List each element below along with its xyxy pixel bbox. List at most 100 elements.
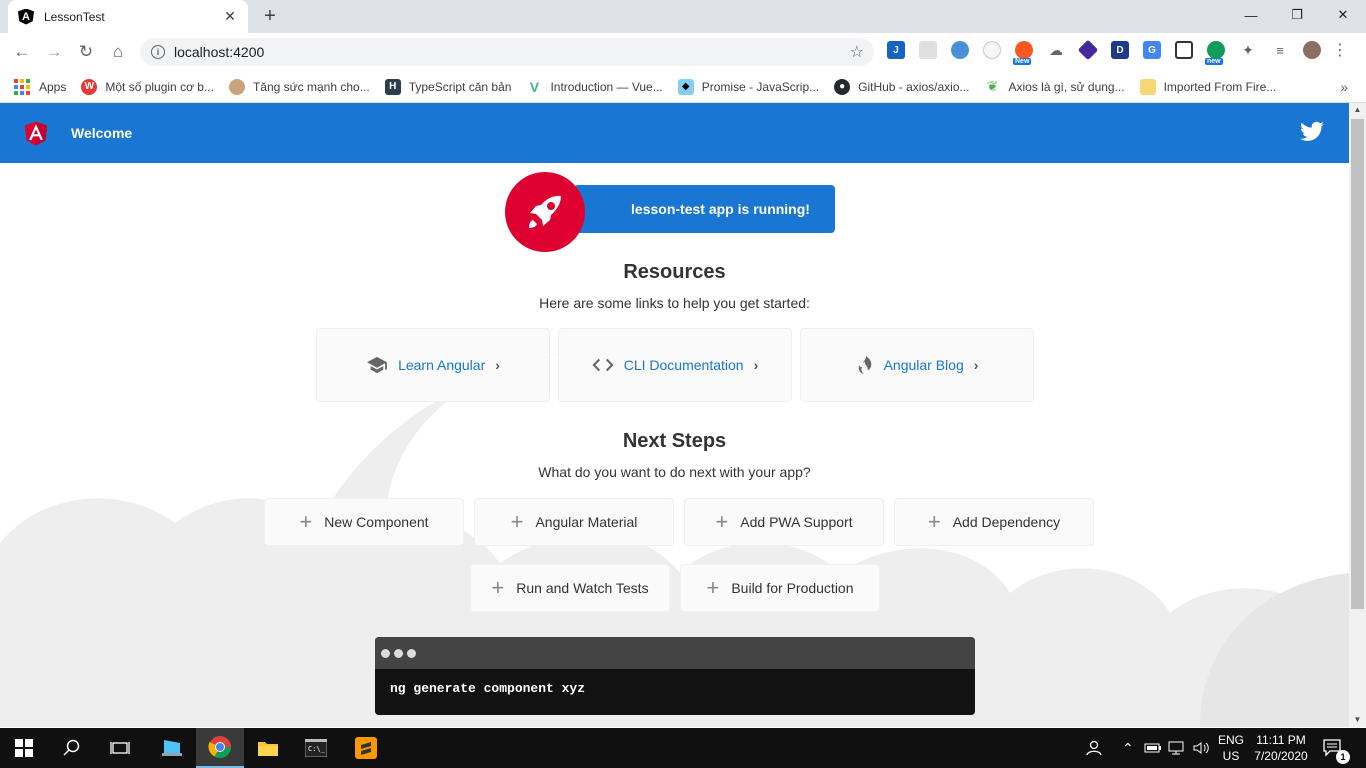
bookmarks-overflow-icon[interactable]: » (1340, 79, 1348, 95)
bookmark-item[interactable]: ◆ Promise - JavaScrip... (677, 78, 819, 95)
terminal-command: ng generate component xyz (375, 669, 975, 715)
window-controls: — ❐ ✕ (1228, 0, 1366, 30)
url-text[interactable]: localhost:4200 (174, 44, 850, 60)
bookmark-item[interactable]: Imported From Fire... (1139, 78, 1276, 95)
close-icon[interactable]: ✕ (1320, 0, 1366, 30)
terminal-taskbar-icon[interactable]: C:\_ (292, 728, 340, 768)
browser-toolbar: ← → ↻ ⌂ i localhost:4200 ☆ J New ☁ D G n… (0, 33, 1366, 71)
angular-blog-card[interactable]: Angular Blog › (800, 328, 1034, 402)
restore-icon[interactable]: ❐ (1274, 0, 1320, 30)
language-indicator[interactable]: ENG US (1214, 732, 1248, 764)
extension-diamond-icon[interactable] (1077, 39, 1099, 61)
bookmark-item[interactable]: H TypeScript căn bản (384, 78, 512, 95)
file-explorer-icon[interactable] (244, 728, 292, 768)
site-info-icon[interactable]: i (151, 45, 165, 59)
scroll-down-icon[interactable]: ▼ (1349, 713, 1366, 727)
notifications-icon[interactable]: 1 (1322, 728, 1350, 768)
bookmark-item[interactable]: W Một số plugin cơ b... (81, 78, 214, 95)
twitter-icon[interactable] (1299, 119, 1325, 145)
plus-icon: + (299, 509, 313, 534)
build-production-button[interactable]: + Build for Production (680, 564, 880, 612)
angular-blog-label: Angular Blog (883, 357, 964, 373)
svg-text:C:\_: C:\_ (308, 745, 326, 753)
google-translate-icon[interactable]: G (1143, 41, 1161, 59)
forward-icon[interactable]: → (42, 40, 66, 64)
terminal-dot-icon (407, 648, 416, 658)
add-dependency-button[interactable]: + Add Dependency (894, 498, 1094, 546)
bookmark-label: TypeScript căn bản (408, 79, 512, 94)
running-text: lesson-test app is running! (631, 201, 810, 217)
terminal-dot-icon (381, 648, 390, 658)
cli-documentation-card[interactable]: CLI Documentation › (558, 328, 792, 402)
github-icon: ● (834, 78, 851, 95)
resources-title: Resources (623, 261, 726, 283)
system-clock[interactable]: 11:11 PM 7/20/2020 (1248, 732, 1314, 764)
bookmark-item[interactable]: Tăng sức mạnh cho... (228, 78, 370, 95)
search-icon[interactable] (48, 728, 96, 768)
qr-code-icon[interactable] (1175, 41, 1193, 59)
extension-new-icon[interactable]: New (1013, 41, 1033, 65)
bookmark-label: Apps (39, 79, 67, 94)
extension-d-icon[interactable]: D (1111, 41, 1129, 59)
chevron-right-icon: › (973, 357, 979, 373)
scroll-thumb[interactable] (1351, 119, 1364, 609)
address-bar[interactable]: i localhost:4200 ☆ (140, 38, 874, 66)
clock-date: 7/20/2020 (1254, 749, 1308, 763)
browser-menu-icon[interactable]: ⋮ (1332, 43, 1348, 59)
profile-avatar[interactable] (1303, 41, 1321, 59)
windows-start-icon[interactable] (0, 728, 48, 768)
rocket-shape (529, 195, 561, 228)
minimize-icon[interactable]: — (1228, 0, 1274, 30)
run-watch-tests-button[interactable]: + Run and Watch Tests (470, 564, 670, 612)
angular-material-button[interactable]: + Angular Material (474, 498, 674, 546)
pc-app-icon[interactable] (148, 728, 196, 768)
extension-circle-icon[interactable] (983, 41, 1001, 59)
next-steps-title: Next Steps (622, 430, 727, 452)
bookmark-apps[interactable]: Apps (14, 78, 67, 95)
bookmark-star-icon[interactable]: ☆ (850, 42, 864, 62)
extension-compass-icon[interactable] (951, 41, 969, 59)
terminal-title-bar (375, 637, 975, 669)
plus-icon: + (927, 509, 941, 534)
extension-cloud-icon[interactable]: ☁ (1047, 41, 1065, 59)
clock-time: 11:11 PM (1256, 733, 1306, 747)
terminal-panel: ng generate component xyz (375, 637, 975, 715)
task-view-icon[interactable] (96, 728, 144, 768)
new-component-button[interactable]: + New Component (264, 498, 464, 546)
bookmark-item[interactable]: ● GitHub - axios/axio... (834, 78, 970, 95)
reload-icon[interactable]: ↻ (74, 40, 98, 64)
add-pwa-support-button[interactable]: + Add PWA Support (684, 498, 884, 546)
chevron-right-icon: › (753, 357, 759, 373)
flame-icon (856, 355, 874, 375)
home-icon[interactable]: ⌂ (106, 40, 130, 64)
bookmark-item[interactable]: ❦ Axios là gì, sử dụng... (985, 78, 1125, 95)
people-icon[interactable] (1085, 728, 1103, 768)
tab-close-icon[interactable]: ✕ (222, 8, 238, 25)
plus-icon: + (510, 509, 524, 534)
plus-icon: + (491, 575, 505, 600)
page-viewport: Welcome lesson-test app is running! Reso… (0, 103, 1349, 727)
extension-new2-icon[interactable]: new (1205, 41, 1225, 65)
learn-angular-card[interactable]: Learn Angular › (316, 328, 550, 402)
page-scrollbar[interactable]: ▲ ▼ (1349, 103, 1366, 727)
scroll-up-icon[interactable]: ▲ (1349, 103, 1366, 117)
bookmark-item[interactable]: V Introduction — Vue... (526, 79, 663, 95)
extension-j-icon[interactable]: J (887, 41, 905, 59)
volume-icon[interactable] (1192, 728, 1210, 768)
tray-chevron-up-icon[interactable]: ⌃ (1122, 728, 1134, 768)
step-label: Add Dependency (952, 514, 1061, 530)
new-tab-button[interactable]: + (258, 4, 282, 28)
apps-grid-icon (14, 78, 30, 95)
extensions-puzzle-icon[interactable]: ✦ (1239, 41, 1257, 59)
h-icon: H (384, 78, 401, 95)
battery-icon[interactable] (1144, 728, 1162, 768)
angular-logo-icon (24, 121, 48, 146)
extension-blank-icon[interactable] (919, 41, 937, 59)
chrome-taskbar-icon[interactable] (196, 728, 244, 768)
bookmark-label: Một số plugin cơ b... (105, 79, 214, 94)
back-icon[interactable]: ← (10, 40, 34, 64)
media-control-icon[interactable]: ≡ (1271, 41, 1289, 59)
browser-tab[interactable]: A LessonTest ✕ (8, 0, 248, 33)
network-icon[interactable] (1168, 728, 1186, 768)
sublime-text-icon[interactable] (342, 728, 390, 768)
